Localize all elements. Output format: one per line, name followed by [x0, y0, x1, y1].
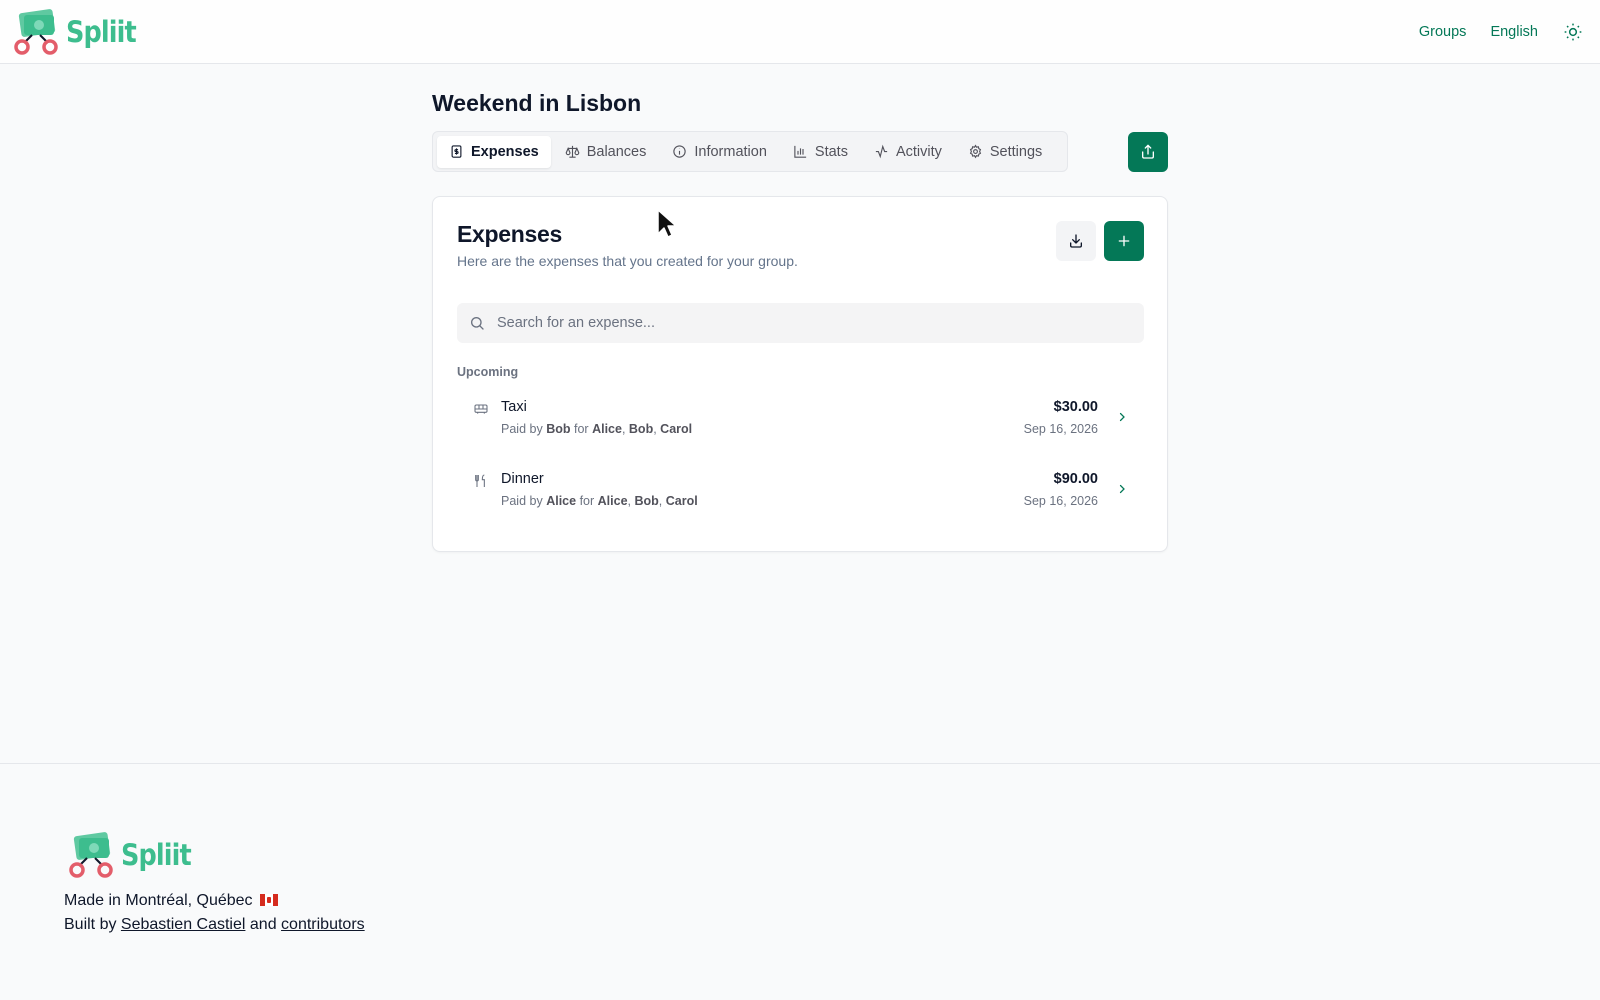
- made-in-label: Made in Montréal, Québec: [64, 892, 253, 909]
- tab-label: Expenses: [471, 143, 539, 160]
- tab-label: Balances: [586, 143, 647, 160]
- footer-brand[interactable]: Spliit: [67, 832, 200, 878]
- spliit-logo-icon: [67, 832, 115, 878]
- sun-icon: [1564, 23, 1582, 40]
- tab-information[interactable]: Information: [660, 136, 779, 168]
- expense-title: Dinner: [501, 471, 544, 487]
- expense-details: Dinner Paid by Alice for Alice, Bob, Car…: [501, 469, 1024, 508]
- utensils-icon: [473, 473, 489, 489]
- section-label-upcoming: Upcoming: [457, 365, 519, 379]
- theme-toggle-button[interactable]: [1562, 21, 1584, 43]
- expense-amount-block: $90.00 Sep 16, 2026: [1024, 469, 1098, 508]
- share-icon: [1142, 144, 1154, 159]
- for-label: for: [579, 494, 595, 508]
- group-tabs: Expenses Balances Information Stats Acti…: [432, 131, 1068, 172]
- chevron-right-icon: [1119, 412, 1125, 422]
- expense-paid-by: Paid by Alice for Alice, Bob, Carol: [501, 494, 698, 508]
- info-icon: [673, 145, 687, 158]
- expense-amount: $30.00: [1053, 399, 1098, 415]
- top-header: Spliit Groups English: [0, 0, 1600, 64]
- expense-date: Sep 16, 2026: [1023, 422, 1098, 436]
- bar-chart-icon: [794, 145, 807, 158]
- top-nav: Groups English: [1419, 21, 1584, 43]
- participant-name: Alice: [597, 494, 628, 508]
- groups-link[interactable]: Groups: [1419, 24, 1467, 40]
- footer-brand-name: Spliit: [121, 838, 192, 872]
- brand-link[interactable]: Spliit: [12, 8, 145, 55]
- expense-paid-by: Paid by Bob for Alice, Bob, Carol: [501, 422, 693, 436]
- add-expense-button[interactable]: [1104, 221, 1144, 261]
- made-in-text: Made in Montréal, Québec: [64, 892, 278, 910]
- paid-by-label: Paid by: [501, 494, 543, 508]
- tab-label: Settings: [989, 143, 1043, 160]
- page-footer: Spliit Made in Montréal, Québec Built by…: [0, 763, 1600, 1000]
- spliit-logo-icon: [12, 8, 60, 55]
- contributors-link[interactable]: contributors: [281, 916, 365, 933]
- gear-icon: [969, 144, 982, 159]
- activity-icon: [875, 144, 888, 159]
- expense-date: Sep 16, 2026: [1023, 494, 1098, 508]
- search-field: [457, 303, 1144, 343]
- for-label: for: [573, 422, 589, 436]
- built-by-label: Built by: [64, 916, 117, 933]
- and-label: and: [249, 916, 277, 933]
- expense-amount-block: $30.00 Sep 16, 2026: [1024, 397, 1098, 436]
- expense-row-taxi[interactable]: Taxi Paid by Bob for Alice, Bob, Carol $…: [457, 391, 1144, 455]
- expense-row-dinner[interactable]: Dinner Paid by Alice for Alice, Bob, Car…: [457, 463, 1144, 527]
- receipt-icon: [451, 145, 462, 158]
- chevron-right-icon: [1119, 484, 1125, 494]
- download-icon: [1070, 234, 1082, 248]
- card-description: Here are the expenses that you created f…: [457, 253, 798, 269]
- scale-icon: [565, 145, 580, 158]
- search-icon: [471, 317, 484, 330]
- canada-flag-icon: [260, 894, 278, 906]
- page-title: Weekend in Lisbon: [432, 90, 642, 116]
- tab-label: Stats: [814, 143, 848, 160]
- language-selector[interactable]: English: [1490, 24, 1538, 40]
- participant-name: Bob: [634, 494, 659, 508]
- expenses-card: Expenses Here are the expenses that you …: [432, 196, 1168, 552]
- search-input[interactable]: [497, 315, 1117, 331]
- brand-name: Spliit: [66, 14, 137, 49]
- author-link[interactable]: Sebastien Castiel: [121, 916, 246, 933]
- paid-by-label: Paid by: [501, 422, 543, 436]
- share-button[interactable]: [1128, 132, 1168, 172]
- tab-settings[interactable]: Settings: [956, 136, 1054, 168]
- expense-title: Taxi: [501, 399, 527, 415]
- tab-label: Information: [694, 143, 767, 160]
- bus-icon: [473, 401, 489, 417]
- built-by-text: Built by Sebastien Castiel and contribut…: [64, 916, 365, 934]
- card-title: Expenses: [457, 221, 562, 247]
- participant-name: Alice: [592, 422, 622, 436]
- mouse-cursor-icon: [657, 209, 677, 238]
- tab-stats[interactable]: Stats: [781, 136, 860, 168]
- export-button[interactable]: [1056, 221, 1096, 261]
- tab-balances[interactable]: Balances: [553, 136, 659, 168]
- payer-name: Alice: [546, 494, 577, 508]
- tab-expenses[interactable]: Expenses: [437, 135, 551, 168]
- participant-name: Bob: [628, 422, 654, 436]
- tab-activity[interactable]: Activity: [862, 136, 954, 168]
- expense-amount: $90.00: [1053, 471, 1098, 487]
- participant-name: Carol: [660, 422, 693, 436]
- plus-icon: [1118, 235, 1130, 247]
- participant-name: Carol: [665, 494, 698, 508]
- tab-label: Activity: [895, 143, 942, 160]
- expense-details: Taxi Paid by Bob for Alice, Bob, Carol: [501, 397, 1024, 436]
- payer-name: Bob: [546, 422, 571, 436]
